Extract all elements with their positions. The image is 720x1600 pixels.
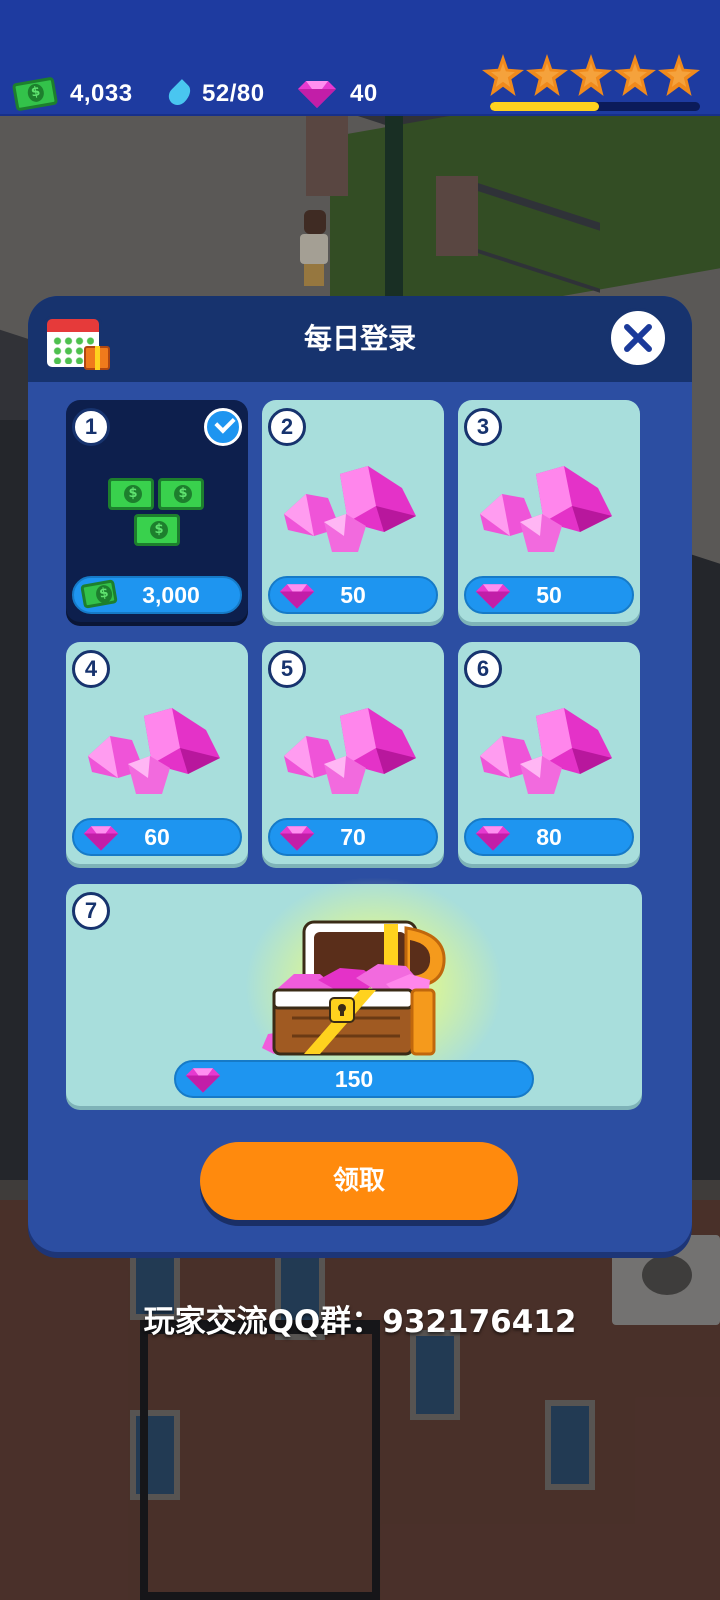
water-drop-icon bbox=[164, 79, 195, 109]
star-icon bbox=[526, 54, 568, 96]
reward-amount: 70 bbox=[340, 824, 366, 850]
day-1-reward[interactable]: 1 3,000 bbox=[66, 400, 248, 622]
day-4-reward[interactable]: 4 60 bbox=[66, 642, 248, 864]
treasure-chest-icon bbox=[262, 920, 446, 1056]
reward-amount-pill: 60 bbox=[72, 818, 242, 856]
star-rating bbox=[482, 54, 700, 96]
day-3-reward[interactable]: 3 50 bbox=[458, 400, 640, 622]
daily-login-dialog: 每日登录 1 3,000 2 bbox=[28, 296, 692, 1252]
reward-amount: 150 bbox=[334, 1066, 374, 1092]
energy-counter[interactable]: 52/80 bbox=[164, 76, 265, 112]
day-number: 6 bbox=[464, 650, 502, 688]
cash-counter[interactable]: 4,033 bbox=[11, 76, 133, 112]
reward-amount-pill: 3,000 bbox=[72, 576, 242, 614]
reward-amount: 80 bbox=[536, 824, 562, 850]
reward-amount-pill: 150 bbox=[174, 1060, 534, 1098]
energy-value: 52/80 bbox=[202, 80, 265, 107]
day-number: 7 bbox=[72, 892, 110, 930]
day-number: 3 bbox=[464, 408, 502, 446]
reward-amount: 3,000 bbox=[142, 582, 200, 608]
star-icon bbox=[658, 54, 700, 96]
gem-value: 40 bbox=[350, 80, 378, 107]
reward-amount: 50 bbox=[536, 582, 562, 608]
claim-button[interactable]: 领取 bbox=[200, 1142, 518, 1220]
reward-amount: 50 bbox=[340, 582, 366, 608]
day-number: 4 bbox=[72, 650, 110, 688]
gems-pile-icon bbox=[88, 708, 220, 794]
gem-counter[interactable]: 40 bbox=[296, 76, 378, 112]
close-button[interactable] bbox=[608, 308, 668, 368]
close-icon bbox=[624, 324, 652, 352]
reward-amount-pill: 70 bbox=[268, 818, 438, 856]
day-7-reward[interactable]: 7 150 bbox=[66, 876, 642, 1106]
day-6-reward[interactable]: 6 80 bbox=[458, 642, 640, 864]
reward-amount: 60 bbox=[144, 824, 170, 850]
cash-icon bbox=[11, 76, 59, 112]
gems-pile-icon bbox=[480, 708, 612, 794]
dialog-title: 每日登录 bbox=[303, 322, 416, 355]
cash-value: 4,033 bbox=[70, 80, 133, 107]
day-number: 2 bbox=[268, 408, 306, 446]
day-2-reward[interactable]: 2 50 bbox=[262, 400, 444, 622]
level-progress-bar bbox=[490, 102, 700, 111]
gems-pile-icon bbox=[480, 466, 612, 552]
day-5-reward[interactable]: 5 70 bbox=[262, 642, 444, 864]
star-icon bbox=[482, 54, 524, 96]
gem-icon bbox=[298, 81, 336, 108]
level-progress-fill bbox=[490, 102, 600, 111]
top-hud: 4,033 52/80 40 bbox=[0, 0, 720, 116]
star-icon bbox=[570, 54, 612, 96]
day-number: 5 bbox=[268, 650, 306, 688]
cash-stack-icon bbox=[104, 472, 214, 562]
reward-amount-pill: 80 bbox=[464, 818, 634, 856]
check-icon bbox=[204, 408, 242, 446]
star-icon bbox=[614, 54, 656, 96]
day-number: 1 bbox=[72, 408, 110, 446]
gems-pile-icon bbox=[284, 466, 416, 552]
qq-group-text: 玩家交流QQ群：932176412 bbox=[143, 1304, 577, 1340]
reward-amount-pill: 50 bbox=[464, 576, 634, 614]
reward-amount-pill: 50 bbox=[268, 576, 438, 614]
gems-pile-icon bbox=[284, 708, 416, 794]
